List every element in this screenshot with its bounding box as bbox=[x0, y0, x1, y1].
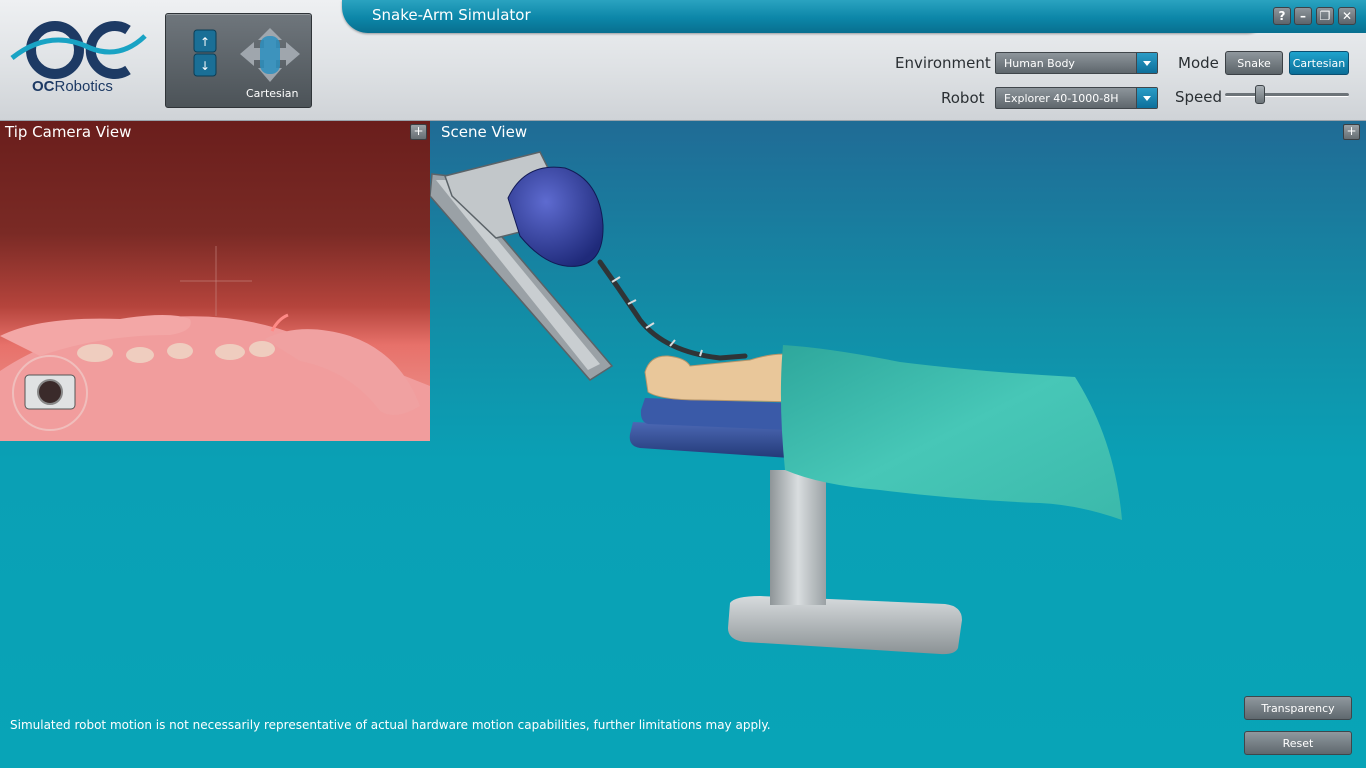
patient-body bbox=[644, 353, 801, 403]
robot-actuator-pod bbox=[507, 166, 604, 267]
logo-wordmark: OCRobotics bbox=[32, 78, 113, 95]
surgical-drape bbox=[780, 345, 1122, 520]
close-button[interactable]: ✕ bbox=[1338, 7, 1356, 25]
svg-text:↑: ↑ bbox=[200, 35, 210, 49]
speed-slider-thumb[interactable] bbox=[1255, 85, 1265, 104]
scene-view-title: Scene View bbox=[441, 123, 528, 141]
cartesian-mode-icon: ↑ ↓ bbox=[193, 28, 300, 82]
robot-dropdown[interactable]: Explorer 40-1000-8H bbox=[995, 87, 1158, 109]
cartesian-mode-button[interactable]: Cartesian bbox=[1289, 51, 1349, 75]
speed-slider-track[interactable] bbox=[1225, 93, 1349, 97]
minimize-button[interactable]: – bbox=[1294, 7, 1312, 25]
disclaimer-text: Simulated robot motion is not necessaril… bbox=[10, 718, 771, 732]
mode-indicator-label: Cartesian bbox=[246, 87, 299, 100]
mode-label: Mode bbox=[1178, 54, 1219, 72]
robot-value: Explorer 40-1000-8H bbox=[1004, 92, 1119, 105]
tip-view-expand-button[interactable]: + bbox=[410, 124, 427, 140]
restore-button[interactable]: ❐ bbox=[1316, 7, 1334, 25]
snake-mode-button[interactable]: Snake bbox=[1225, 51, 1283, 75]
svg-text:↓: ↓ bbox=[200, 59, 210, 73]
chevron-down-icon[interactable] bbox=[1136, 88, 1157, 108]
camera-icon[interactable] bbox=[10, 353, 90, 433]
environment-dropdown[interactable]: Human Body bbox=[995, 52, 1158, 74]
environment-label: Environment bbox=[895, 54, 991, 72]
environment-value: Human Body bbox=[1004, 57, 1075, 70]
speed-label: Speed bbox=[1175, 88, 1223, 106]
robot-label: Robot bbox=[941, 89, 985, 107]
tip-camera-title: Tip Camera View bbox=[5, 123, 132, 141]
reset-button[interactable]: Reset bbox=[1244, 731, 1352, 755]
table-base bbox=[728, 596, 962, 655]
table-column bbox=[770, 470, 826, 605]
help-button[interactable]: ? bbox=[1273, 7, 1291, 25]
chevron-down-icon[interactable] bbox=[1136, 53, 1157, 73]
transparency-button[interactable]: Transparency bbox=[1244, 696, 1352, 720]
app-title: Snake-Arm Simulator bbox=[372, 6, 531, 24]
scene-view-expand-button[interactable]: + bbox=[1343, 124, 1360, 140]
tip-camera-view[interactable] bbox=[0, 121, 430, 441]
